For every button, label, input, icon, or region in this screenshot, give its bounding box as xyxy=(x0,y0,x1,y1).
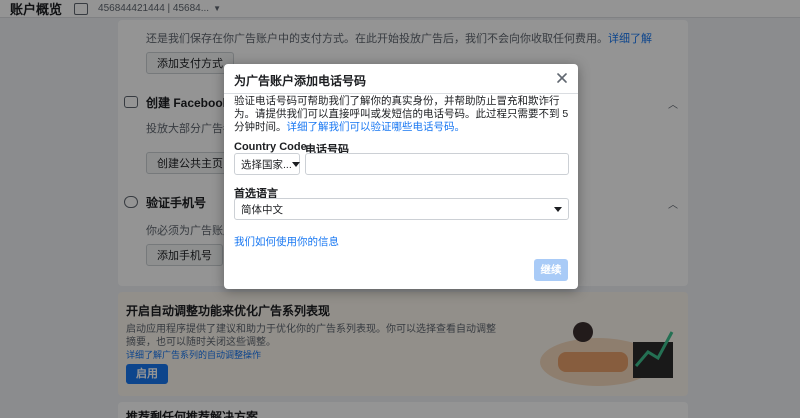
dialog-title: 为广告账户添加电话号码 xyxy=(234,74,367,88)
dropdown-arrow-icon xyxy=(291,161,300,167)
preferred-language-value: 简体中文 xyxy=(241,203,283,216)
phone-number-input[interactable] xyxy=(305,153,569,175)
preferred-language-select[interactable]: 简体中文 xyxy=(234,198,569,220)
learn-verifiable-numbers-link[interactable]: 详细了解我们可以验证哪些电话号码。 xyxy=(287,121,466,133)
add-phone-dialog: 为广告账户添加电话号码 验证电话号码可帮助我们了解你的真实身份，并帮助防止冒充和… xyxy=(224,64,578,289)
country-code-label: Country Code xyxy=(234,141,307,153)
dialog-description: 验证电话号码可帮助我们了解你的真实身份，并帮助防止冒充和欺诈行为。请提供我们可以… xyxy=(234,95,570,134)
privacy-info-link[interactable]: 我们如何使用你的信息 xyxy=(234,234,339,249)
continue-button[interactable]: 继续 xyxy=(534,259,568,281)
dropdown-arrow-icon xyxy=(554,206,562,212)
country-code-value: 选择国家... xyxy=(241,158,292,171)
close-icon[interactable] xyxy=(554,70,570,86)
country-code-select[interactable]: 选择国家... xyxy=(234,153,300,175)
dialog-header: 为广告账户添加电话号码 xyxy=(224,64,578,94)
